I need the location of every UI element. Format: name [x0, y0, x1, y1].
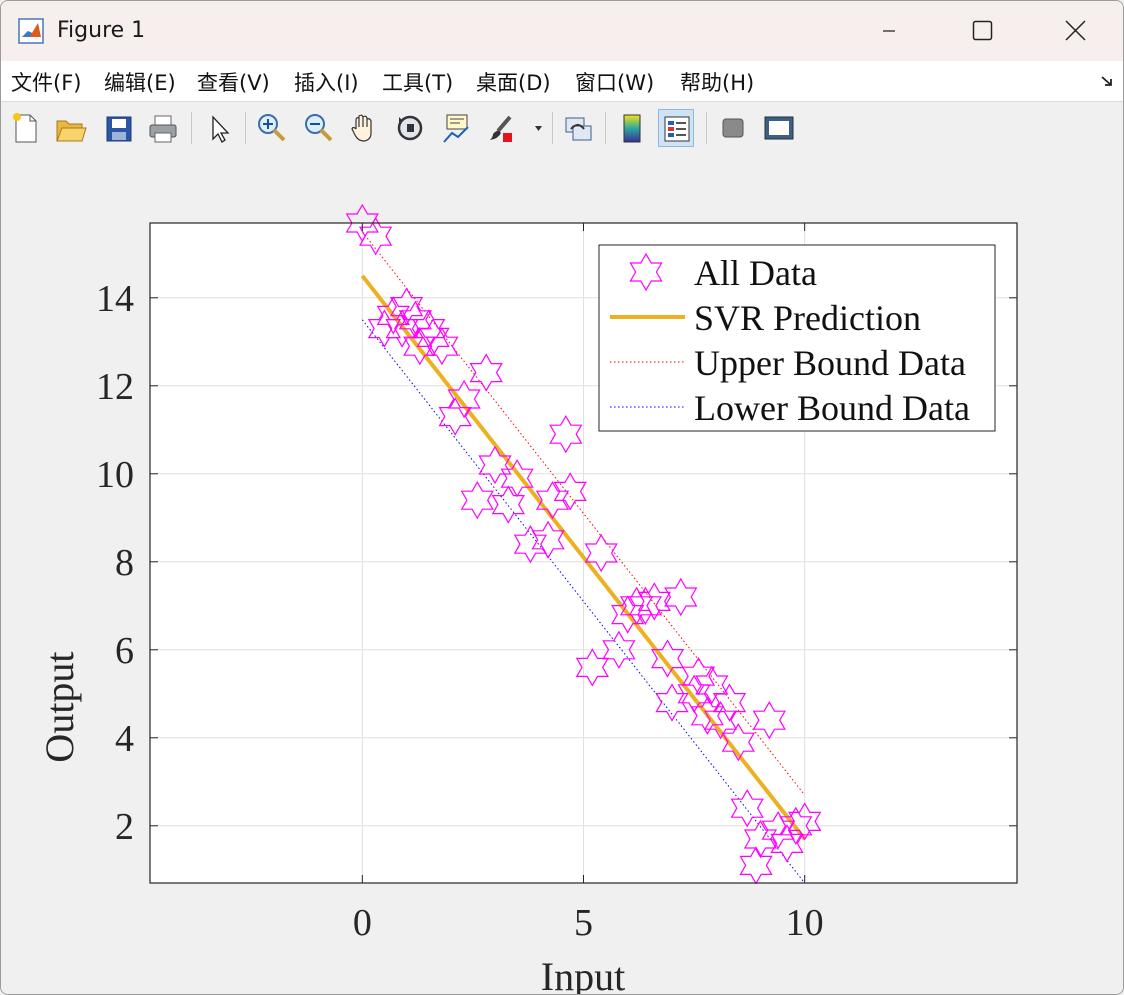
pan-button[interactable]	[346, 109, 382, 147]
save-icon	[106, 116, 132, 142]
menu-insert[interactable]: 插入(I)	[294, 67, 359, 97]
chevron-down-icon	[535, 126, 542, 131]
toolbar-separator	[552, 112, 553, 144]
x-tick-label: 10	[786, 902, 824, 944]
menu-tools[interactable]: 工具(T)	[382, 67, 453, 97]
menu-file[interactable]: 文件(F)	[11, 67, 81, 97]
data-cursor-icon	[443, 114, 469, 143]
save-button[interactable]	[101, 109, 137, 147]
menu-bar: 文件(F) 编辑(E) 查看(V) 插入(I) 工具(T) 桌面(D) 窗口(W…	[1, 61, 1123, 101]
edit-plot-pointer-icon	[212, 115, 230, 143]
zoom-out-icon	[305, 114, 333, 142]
x-tick-label: 0	[353, 902, 372, 944]
legend[interactable]: All Data SVR Prediction Upper Bound Data Lo…	[598, 244, 996, 432]
edit-plot-button[interactable]	[202, 109, 238, 147]
brush-icon	[490, 115, 512, 142]
legend-icon	[664, 116, 690, 142]
toolbar-separator	[245, 112, 246, 144]
link-plot-icon	[565, 117, 592, 141]
open-file-button[interactable]	[52, 109, 88, 147]
colorbar-icon	[623, 114, 641, 143]
open-file-icon	[56, 120, 87, 142]
minimize-icon	[883, 30, 895, 32]
toolbar-separator	[191, 112, 192, 144]
legend-label: All Data	[694, 253, 817, 293]
y-tick-label: 8	[115, 542, 134, 584]
print-button[interactable]	[145, 109, 181, 147]
new-figure-button[interactable]	[8, 109, 44, 147]
hide-plot-tools-icon	[722, 118, 744, 138]
y-tick-label: 12	[96, 366, 134, 408]
menu-view[interactable]: 查看(V)	[197, 67, 270, 97]
figure-window: Figure 1 文件(F) 编辑(E) 查看(V) 插入(I) 工具(T) 桌…	[0, 0, 1124, 995]
colorbar-button[interactable]	[614, 109, 650, 147]
brush-dropdown-button[interactable]	[529, 109, 547, 147]
matlab-icon	[18, 18, 44, 44]
menu-desktop[interactable]: 桌面(D)	[476, 67, 551, 97]
chart: 0 5 10 2 4 6 8 10 12 14 Input Output All Data SVR …	[37, 203, 1018, 994]
zoom-out-button[interactable]	[300, 109, 336, 147]
y-tick-label: 4	[115, 718, 134, 760]
zoom-in-button[interactable]	[253, 109, 289, 147]
x-axis-label: Input	[541, 954, 625, 994]
toolbar	[1, 101, 1123, 155]
rotate-3d-icon	[397, 115, 423, 141]
hide-plot-tools-button[interactable]	[715, 109, 751, 147]
legend-button[interactable]	[658, 109, 694, 147]
y-tick-label: 6	[115, 630, 134, 672]
data-cursor-button[interactable]	[438, 109, 474, 147]
window-title: Figure 1	[57, 18, 146, 43]
link-plot-button[interactable]	[560, 109, 596, 147]
title-bar[interactable]: Figure 1	[1, 1, 1123, 61]
legend-label: Lower Bound Data	[694, 388, 970, 428]
minimize-button[interactable]	[843, 1, 935, 61]
y-tick-label: 10	[96, 454, 134, 496]
menu-edit[interactable]: 编辑(E)	[104, 67, 176, 97]
toolbar-separator	[706, 112, 707, 144]
pan-hand-icon	[351, 114, 372, 142]
rotate-3d-button[interactable]	[392, 109, 428, 147]
y-tick-label: 14	[96, 278, 134, 320]
menu-window[interactable]: 窗口(W)	[575, 67, 654, 97]
zoom-in-icon	[258, 114, 286, 142]
menu-help[interactable]: 帮助(H)	[680, 67, 754, 97]
figure-canvas[interactable]: 0 5 10 2 4 6 8 10 12 14 Input Output All Data SVR …	[1, 154, 1123, 994]
close-icon	[1065, 20, 1086, 41]
dock-arrow-icon[interactable]	[1099, 73, 1115, 89]
show-plot-tools-icon	[764, 116, 794, 140]
new-figure-icon	[13, 113, 37, 143]
x-tick-label: 5	[574, 902, 593, 944]
print-icon	[149, 115, 177, 143]
close-button[interactable]	[1029, 1, 1121, 61]
show-plot-tools-button[interactable]	[760, 109, 796, 147]
y-tick-label: 2	[115, 806, 134, 848]
y-axis-label: Output	[37, 651, 82, 762]
legend-label: Upper Bound Data	[694, 343, 966, 383]
maximize-button[interactable]	[936, 1, 1028, 61]
maximize-icon	[972, 20, 993, 41]
legend-label: SVR Prediction	[694, 298, 921, 338]
brush-button[interactable]	[484, 109, 520, 147]
toolbar-separator	[605, 112, 606, 144]
